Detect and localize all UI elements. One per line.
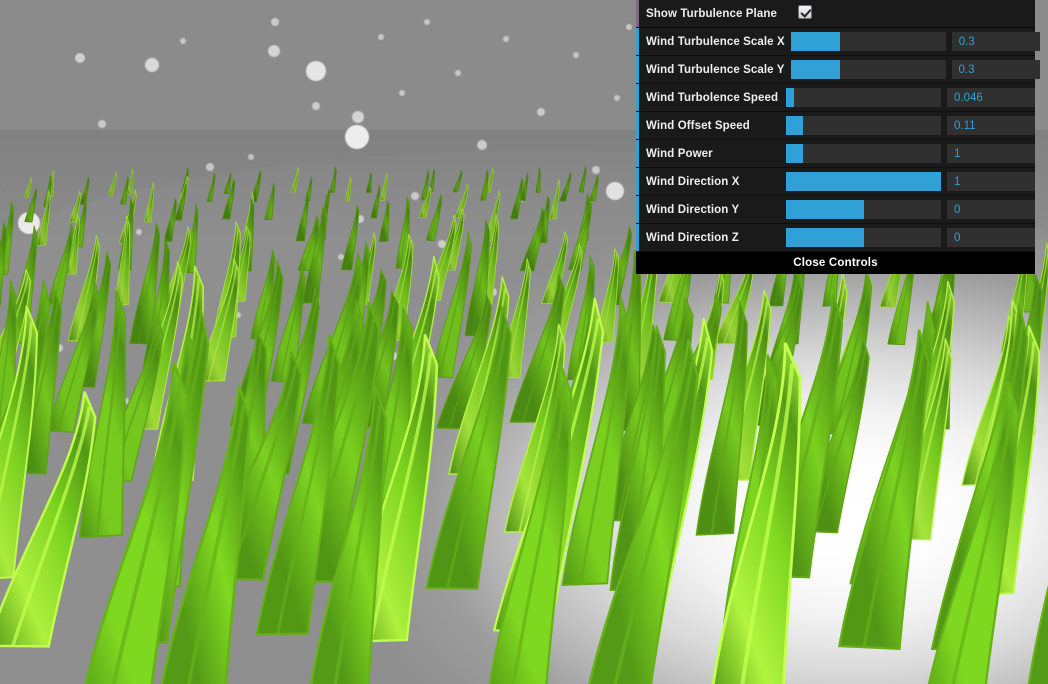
- control-widget: [786, 5, 1035, 22]
- control-widget: 0: [780, 200, 1035, 219]
- app-root: Show Turbulence Plane Wind Turbulence Sca…: [0, 0, 1048, 684]
- slider-track[interactable]: [786, 144, 941, 163]
- slider-track[interactable]: [786, 116, 941, 135]
- slider-fill: [786, 144, 804, 163]
- dat-gui-panel[interactable]: Show Turbulence Plane Wind Turbulence Sca…: [636, 0, 1040, 274]
- control-label: Wind Turbulence Scale Y: [646, 63, 785, 76]
- value-field[interactable]: 0.3: [951, 32, 1040, 51]
- checkbox-wrapper: [786, 5, 812, 22]
- control-label: Wind Direction Y: [646, 203, 740, 216]
- gui-controls-list: Show Turbulence Plane Wind Turbulence Sca…: [636, 0, 1040, 252]
- slider-track[interactable]: [786, 88, 941, 107]
- control-widget: 0.3: [785, 60, 1040, 79]
- row-accent-bar: [636, 112, 639, 139]
- slider-track[interactable]: [790, 32, 946, 51]
- close-controls-button[interactable]: Close Controls: [636, 252, 1035, 274]
- gui-row[interactable]: Wind Direction Y 0: [636, 196, 1035, 224]
- row-accent-bar: [636, 0, 639, 27]
- row-accent-bar: [636, 196, 639, 223]
- grass-blade: [343, 177, 353, 202]
- slider-fill: [786, 88, 794, 107]
- grass-blade: [105, 171, 118, 196]
- grass-blade: [124, 381, 277, 684]
- grass-blade: [205, 173, 216, 202]
- gui-row[interactable]: Wind Offset Speed 0.11: [636, 112, 1035, 140]
- slider-track[interactable]: [786, 200, 941, 219]
- grass-blade: [141, 181, 157, 223]
- row-accent-bar: [636, 168, 639, 195]
- value-field[interactable]: 1: [947, 172, 1035, 191]
- gui-row[interactable]: Wind Direction X 1: [636, 168, 1035, 196]
- control-label: Wind Direction X: [646, 175, 740, 188]
- control-widget: 0.046: [780, 88, 1035, 107]
- slider-track[interactable]: [786, 228, 941, 247]
- value-field[interactable]: 0: [947, 228, 1035, 247]
- control-label: Wind Direction Z: [646, 231, 739, 244]
- control-label: Wind Turbolence Speed: [646, 91, 779, 104]
- row-accent-bar: [636, 28, 639, 55]
- grass-blade: [533, 167, 543, 193]
- row-accent-bar: [636, 56, 639, 83]
- grass-blade: [657, 341, 829, 684]
- control-widget: 1: [780, 172, 1035, 191]
- show-turbulence-plane-checkbox[interactable]: [798, 5, 812, 19]
- control-label: Show Turbulence Plane: [646, 7, 777, 20]
- slider-fill: [790, 60, 841, 79]
- value-field[interactable]: 0.046: [947, 88, 1035, 107]
- control-label: Wind Turbulence Scale X: [646, 35, 785, 48]
- value-field[interactable]: 0.11: [947, 116, 1035, 135]
- gui-row[interactable]: Wind Turbolence Speed 0.046: [636, 84, 1035, 112]
- value-field[interactable]: 0: [947, 200, 1035, 219]
- control-widget: 1: [780, 144, 1035, 163]
- control-widget: 0.11: [780, 116, 1035, 135]
- control-label: Wind Power: [646, 147, 713, 160]
- control-widget: 0: [780, 228, 1035, 247]
- row-accent-bar: [636, 84, 639, 111]
- grass-blade: [577, 166, 587, 194]
- gui-row[interactable]: Wind Turbulence Scale X 0.3: [636, 28, 1040, 56]
- slider-fill: [786, 228, 864, 247]
- row-accent-bar: [636, 224, 639, 251]
- slider-fill: [786, 116, 804, 135]
- slider-fill: [790, 32, 841, 51]
- grass-blade: [289, 167, 299, 193]
- grass-blade: [261, 182, 277, 220]
- gui-row[interactable]: Wind Direction Z 0: [636, 224, 1035, 252]
- gui-row[interactable]: Wind Turbulence Scale Y 0.3: [636, 56, 1040, 84]
- gui-row[interactable]: Wind Power 1: [636, 140, 1035, 168]
- slider-track[interactable]: [790, 60, 946, 79]
- value-field[interactable]: 0.3: [951, 60, 1040, 79]
- slider-fill: [786, 172, 941, 191]
- row-accent-bar: [636, 140, 639, 167]
- value-field[interactable]: 1: [947, 144, 1035, 163]
- slider-track[interactable]: [786, 172, 941, 191]
- grass-blade: [277, 385, 406, 684]
- control-label: Wind Offset Speed: [646, 119, 750, 132]
- slider-fill: [786, 200, 864, 219]
- control-widget: 0.3: [785, 32, 1040, 51]
- gui-row[interactable]: Show Turbulence Plane: [636, 0, 1035, 28]
